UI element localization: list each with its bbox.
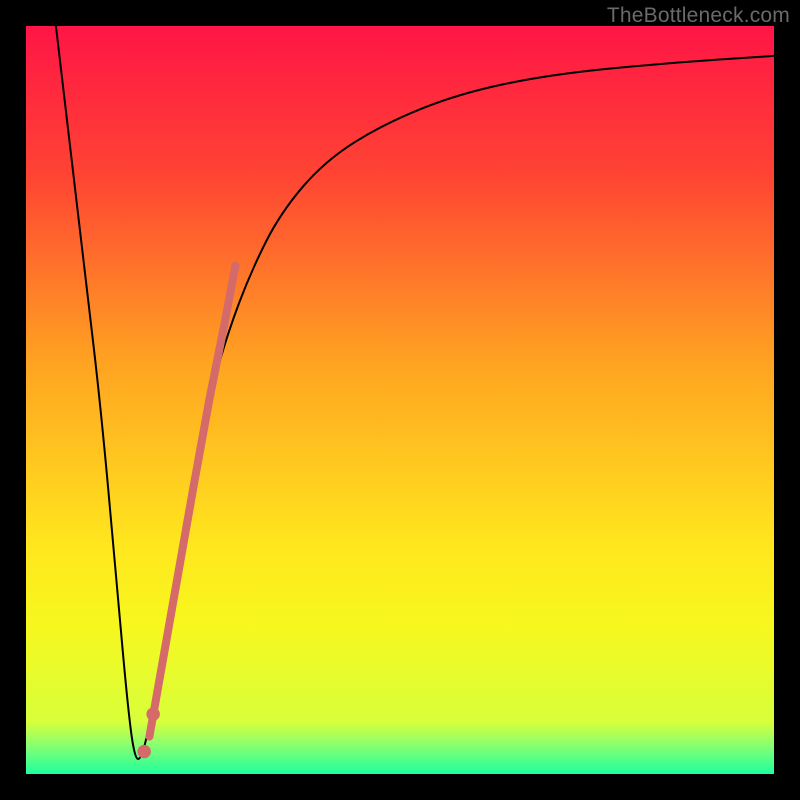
plot-overlay-svg [26, 26, 774, 774]
highlight-dot [146, 707, 159, 720]
curve-highlight [149, 265, 235, 736]
plot-area [26, 26, 774, 774]
watermark-text: TheBottleneck.com [607, 4, 790, 28]
outer-black-frame: TheBottleneck.com [0, 0, 800, 800]
highlight-dot [137, 745, 150, 758]
